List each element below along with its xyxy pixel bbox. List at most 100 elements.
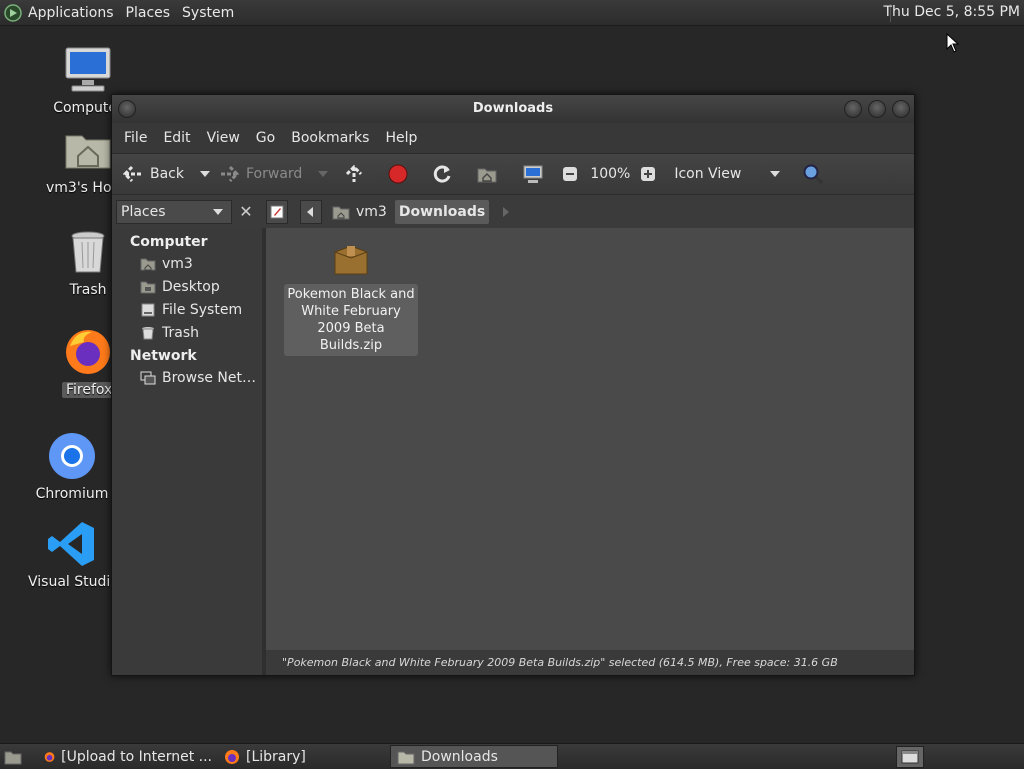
sidebar-item-filesystem[interactable]: File System bbox=[112, 298, 262, 321]
forward-arrow-icon bbox=[220, 165, 240, 183]
sidebar-item-label: vm3 bbox=[162, 255, 193, 272]
chromium-icon bbox=[49, 433, 95, 479]
menu-go[interactable]: Go bbox=[248, 130, 283, 146]
show-desktop-button[interactable] bbox=[0, 745, 32, 768]
firefox-icon bbox=[44, 751, 55, 762]
file-manager-window: Downloads File Edit View Go Bookmarks He… bbox=[111, 94, 915, 676]
sidebar-item-label: Trash bbox=[162, 324, 199, 341]
back-label: Back bbox=[150, 166, 184, 182]
firefox-icon bbox=[225, 749, 239, 764]
sidebar-item-label: Browse Net… bbox=[162, 369, 257, 386]
zoom-out-icon bbox=[563, 167, 578, 181]
desktop-icon-vscode[interactable]: Visual Studio Code bbox=[22, 518, 122, 590]
menu-bookmarks[interactable]: Bookmarks bbox=[283, 130, 377, 146]
show-desktop-icon bbox=[4, 751, 22, 764]
chevron-left-icon bbox=[307, 207, 313, 217]
forward-history-dropdown[interactable] bbox=[318, 171, 329, 177]
desktop-icon-label: Firefox bbox=[62, 382, 114, 398]
task-upload-firefox[interactable]: [Upload to Internet ... bbox=[38, 745, 218, 768]
home-button[interactable] bbox=[476, 164, 504, 184]
zoom-level[interactable]: 100% bbox=[590, 166, 630, 182]
zoom-out-button[interactable] bbox=[562, 166, 584, 182]
toggle-location-entry-button[interactable] bbox=[266, 200, 288, 224]
close-sidebar-icon[interactable]: ✕ bbox=[236, 202, 256, 222]
sidebar-header-network: Network bbox=[130, 348, 197, 364]
window-menu-button[interactable] bbox=[118, 100, 136, 118]
system-menu[interactable]: System bbox=[176, 0, 240, 25]
up-button[interactable] bbox=[344, 164, 370, 184]
menu-file[interactable]: File bbox=[116, 130, 155, 146]
desktop-icon-chromium[interactable]: Chromium bbox=[22, 430, 122, 502]
sidebar-item-desktop[interactable]: Desktop bbox=[112, 275, 262, 298]
content-area: Computer vm3 Desktop File System Trash N… bbox=[112, 228, 914, 675]
status-bar: "Pokemon Black and White February 2009 B… bbox=[266, 650, 914, 675]
trash-icon bbox=[71, 231, 105, 273]
back-arrow-icon bbox=[122, 165, 142, 183]
maximize-button[interactable] bbox=[868, 100, 886, 118]
task-label: [Library] bbox=[246, 748, 306, 765]
bottom-panel: [Upload to Internet ... [Library] Downlo… bbox=[0, 743, 1024, 769]
crumb-vm3[interactable]: vm3 bbox=[328, 200, 391, 224]
applications-menu[interactable]: Applications bbox=[0, 0, 120, 25]
chevron-right-icon[interactable] bbox=[503, 207, 511, 217]
close-button[interactable] bbox=[892, 100, 910, 118]
menu-edit[interactable]: Edit bbox=[155, 130, 198, 146]
back-history-dropdown[interactable] bbox=[200, 171, 210, 177]
drive-icon bbox=[141, 303, 155, 316]
crumb-label: vm3 bbox=[356, 204, 387, 220]
forward-label: Forward bbox=[246, 166, 303, 182]
zoom-in-button[interactable] bbox=[640, 166, 662, 182]
computer-icon bbox=[523, 165, 543, 183]
sidebar-header-computer: Computer bbox=[130, 234, 208, 250]
clock[interactable]: Thu Dec 5, 8:55 PM bbox=[883, 0, 1020, 25]
view-mode-label: Icon View bbox=[674, 166, 742, 182]
window-titlebar[interactable]: Downloads bbox=[112, 95, 914, 123]
desktop-folder-icon bbox=[140, 281, 156, 293]
icon-view[interactable]: Pokemon Black and White February 2009 Be… bbox=[266, 228, 914, 650]
task-label: [Upload to Internet ... bbox=[61, 748, 212, 765]
desktop-icon-label: Visual Studio Code bbox=[28, 574, 116, 590]
sidebar-item-vm3[interactable]: vm3 bbox=[112, 252, 262, 275]
workspace-switcher[interactable] bbox=[896, 746, 924, 768]
view-mode-select[interactable]: Icon View bbox=[674, 166, 788, 182]
sidebar-pane-select[interactable]: Places bbox=[116, 200, 232, 224]
folder-icon bbox=[397, 751, 415, 764]
crumb-downloads[interactable]: Downloads bbox=[394, 200, 490, 224]
applications-menu-label: Applications bbox=[28, 4, 114, 21]
chevron-down-icon bbox=[770, 171, 781, 177]
top-panel: Applications Places System Thu Dec 5, 8:… bbox=[0, 0, 1024, 26]
network-icon bbox=[140, 371, 156, 384]
forward-button[interactable]: Forward bbox=[218, 164, 302, 184]
task-label: Downloads bbox=[421, 748, 498, 765]
home-folder-icon bbox=[140, 258, 156, 270]
computer-icon bbox=[65, 47, 111, 92]
home-icon bbox=[477, 168, 497, 183]
up-arrow-icon bbox=[346, 164, 363, 182]
places-sidebar: Computer vm3 Desktop File System Trash N… bbox=[112, 228, 266, 675]
menu-view[interactable]: View bbox=[199, 130, 248, 146]
stop-icon bbox=[388, 164, 408, 184]
search-icon bbox=[803, 164, 824, 185]
reload-button[interactable] bbox=[432, 164, 458, 184]
file-item[interactable]: Pokemon Black and White February 2009 Be… bbox=[284, 240, 418, 356]
system-menu-label: System bbox=[182, 4, 235, 21]
mouse-cursor-icon bbox=[946, 33, 960, 53]
path-left-button[interactable] bbox=[300, 200, 322, 224]
search-button[interactable] bbox=[802, 163, 830, 185]
home-folder-icon bbox=[65, 135, 111, 169]
crumb-label: Downloads bbox=[398, 204, 486, 220]
sidebar-item-label: Desktop bbox=[162, 278, 220, 295]
toolbar: Back Forward 100% Icon View bbox=[112, 153, 914, 195]
task-downloads[interactable]: Downloads bbox=[390, 745, 558, 768]
back-button[interactable]: Back bbox=[122, 164, 184, 184]
stop-button[interactable] bbox=[388, 164, 414, 184]
minimize-button[interactable] bbox=[844, 100, 862, 118]
places-menu[interactable]: Places bbox=[120, 0, 177, 25]
edit-icon bbox=[270, 205, 284, 219]
task-library[interactable]: [Library] bbox=[218, 745, 390, 768]
menu-help[interactable]: Help bbox=[377, 130, 425, 146]
sidebar-item-browse-network[interactable]: Browse Net… bbox=[112, 366, 262, 389]
computer-button[interactable] bbox=[522, 164, 550, 184]
sidebar-item-trash[interactable]: Trash bbox=[112, 321, 262, 344]
window-title: Downloads bbox=[472, 101, 554, 116]
